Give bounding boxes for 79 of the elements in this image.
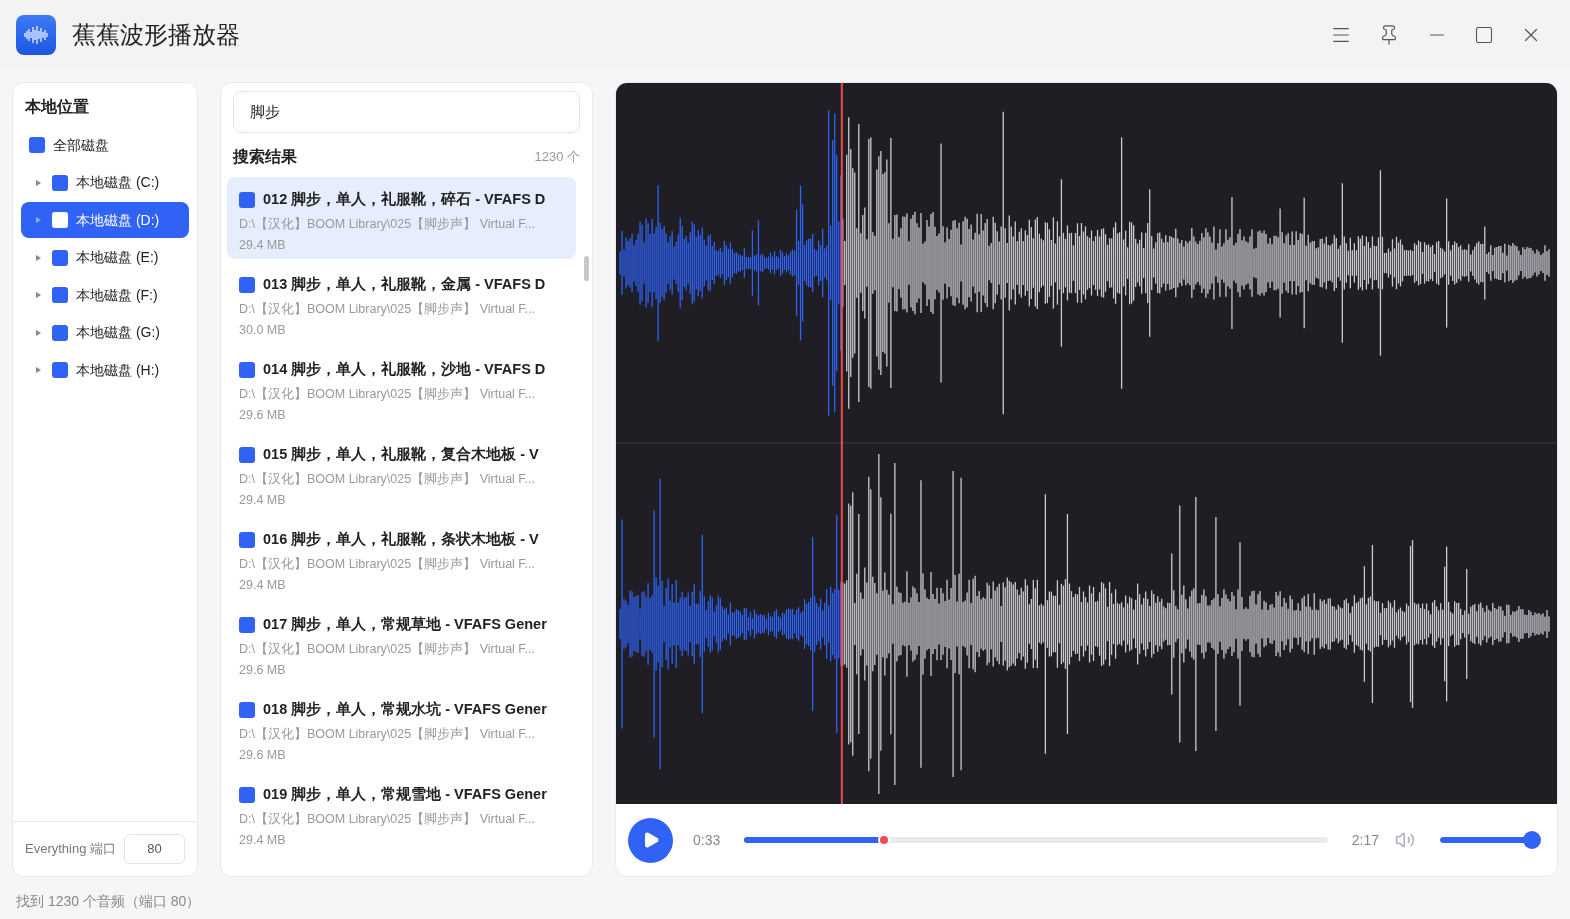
square-icon	[239, 616, 255, 633]
result-item[interactable]: 013 脚步，单人，礼服靴，金属 - VFAFS D D:\【汉化】BOOM Library\025【脚步声】 Virtual F... 30.0 MB	[227, 262, 576, 344]
results-count: 1230 个	[534, 148, 580, 167]
window-title: 蕉蕉波形播放器	[72, 20, 240, 50]
result-item[interactable]: 015 脚步，单人，礼服靴，复合木地板 - V D:\【汉化】BOOM Library\025【脚步声】 Virtual F... 29.4 MB	[227, 432, 576, 514]
results-title: 搜索结果	[233, 147, 297, 167]
result-title: 015 脚步，单人，礼服靴，复合木地板 - V	[263, 445, 539, 464]
expand-arrow-icon[interactable]	[36, 217, 41, 223]
result-title: 016 脚步，单人，礼服靴，条状木地板 - V	[263, 530, 539, 549]
result-path: D:\【汉化】BOOM Library\025【脚步声】 Virtual F...	[239, 215, 536, 233]
result-size: 29.4 MB	[239, 576, 287, 594]
square-icon	[239, 191, 255, 208]
port-field[interactable]: 80	[124, 834, 185, 864]
expand-arrow-icon[interactable]	[36, 179, 41, 186]
square-icon	[52, 362, 68, 378]
result-path: D:\【汉化】BOOM Library\025【脚步声】 Virtual F...	[239, 725, 536, 743]
result-title: 018 脚步，单人，常规水坑 - VFAFS Gener	[263, 700, 547, 719]
maximize-icon[interactable]	[1474, 25, 1494, 45]
result-path: D:\【汉化】BOOM Library\025【脚步声】 Virtual F...	[239, 385, 536, 403]
result-item[interactable]: 012 脚步，单人，礼服靴，碎石 - VFAFS D D:\【汉化】BOOM Library\025【脚步声】 Virtual F... 29.4 MB	[227, 177, 576, 259]
duration-time: 2:17	[1351, 830, 1379, 850]
current-time: 0:33	[693, 830, 721, 850]
volume-icon[interactable]	[1395, 830, 1415, 850]
result-item[interactable]: 016 脚步，单人，礼服靴，条状木地板 - V D:\【汉化】BOOM Library\025【脚步声】 Virtual F... 29.4 MB	[227, 517, 576, 599]
search-field[interactable]: 脚步	[233, 91, 580, 133]
result-path: D:\【汉化】BOOM Library\025【脚步声】 Virtual F...	[239, 470, 536, 488]
result-item[interactable]: 019 脚步，单人，常规雪地 - VFAFS Gener D:\【汉化】BOOM Library\025【脚步声】 Virtual F... 29.4 MB	[227, 772, 576, 854]
expand-arrow-icon[interactable]	[36, 329, 41, 336]
tree-item[interactable]: 本地磁盘 (F:)	[21, 277, 189, 313]
square-icon	[239, 361, 255, 378]
square-icon	[239, 276, 255, 293]
result-title: 014 脚步，单人，礼服靴，沙地 - VFAFS D	[263, 360, 546, 379]
progress-thumb[interactable]	[878, 834, 891, 846]
progress-track[interactable]	[744, 837, 1328, 843]
square-icon	[52, 287, 68, 303]
result-title: 012 脚步，单人，礼服靴，碎石 - VFAFS D	[263, 190, 546, 209]
result-path: D:\【汉化】BOOM Library\025【脚步声】 Virtual F...	[239, 300, 536, 318]
result-size: 29.6 MB	[239, 746, 287, 764]
square-icon	[52, 174, 68, 191]
result-size: 29.4 MB	[239, 236, 287, 254]
square-icon	[239, 446, 255, 463]
square-icon	[29, 137, 45, 153]
result-size: 29.4 MB	[239, 491, 287, 509]
result-title: 017 脚步，单人，常规草地 - VFAFS Gener	[263, 615, 547, 634]
result-path: D:\【汉化】BOOM Library\025【脚步声】 Virtual F...	[239, 810, 536, 828]
tree-item[interactable]: 本地磁盘 (G:)	[21, 314, 189, 351]
result-path: D:\【汉化】BOOM Library\025【脚步声】 Virtual F...	[239, 640, 536, 658]
status-text: 找到 1230 个音频（端口 80）	[15, 891, 202, 911]
expand-arrow-icon[interactable]	[36, 292, 41, 298]
square-icon	[52, 249, 68, 266]
volume-thumb[interactable]	[1523, 831, 1541, 849]
tree-item[interactable]: 本地磁盘 (H:)	[21, 352, 189, 388]
result-item[interactable]: 014 脚步，单人，礼服靴，沙地 - VFAFS D D:\【汉化】BOOM Library\025【脚步声】 Virtual F... 29.6 MB	[227, 347, 576, 429]
result-size: 29.6 MB	[239, 661, 287, 679]
square-icon	[52, 324, 68, 341]
result-title: 013 脚步，单人，礼服靴，金属 - VFAFS D	[263, 275, 546, 294]
result-title: 019 脚步，单人，常规雪地 - VFAFS Gener	[263, 785, 547, 804]
expand-arrow-icon[interactable]	[36, 367, 41, 373]
port-label: Everything 端口	[25, 840, 117, 859]
tree-item[interactable]: 本地磁盘 (D:)	[21, 202, 189, 238]
square-icon	[52, 212, 68, 228]
result-item[interactable]: 018 脚步，单人，常规水坑 - VFAFS Gener D:\【汉化】BOOM Library\025【脚步声】 Virtual F... 29.6 MB	[227, 687, 576, 769]
playhead[interactable]	[840, 83, 843, 804]
tree-item[interactable]: 本地磁盘 (E:)	[21, 239, 189, 276]
square-icon	[239, 786, 255, 803]
expand-arrow-icon[interactable]	[36, 254, 41, 261]
sidebar-title: 本地位置	[24, 97, 90, 117]
tree-item[interactable]: 全部磁盘	[21, 127, 189, 163]
app-logo-icon	[16, 15, 56, 55]
result-size: 29.6 MB	[239, 406, 287, 424]
square-icon	[239, 531, 255, 548]
result-size: 30.0 MB	[239, 321, 287, 339]
result-size: 29.4 MB	[239, 831, 287, 849]
play-button[interactable]	[628, 817, 673, 863]
result-item[interactable]: 017 脚步，单人，常规草地 - VFAFS Gener D:\【汉化】BOOM Library\025【脚步声】 Virtual F... 29.6 MB	[227, 602, 576, 684]
square-icon	[239, 701, 255, 718]
tree-item[interactable]: 本地磁盘 (C:)	[21, 164, 189, 201]
result-path: D:\【汉化】BOOM Library\025【脚步声】 Virtual F...	[239, 555, 536, 573]
scrollbar-thumb[interactable]	[584, 256, 589, 281]
